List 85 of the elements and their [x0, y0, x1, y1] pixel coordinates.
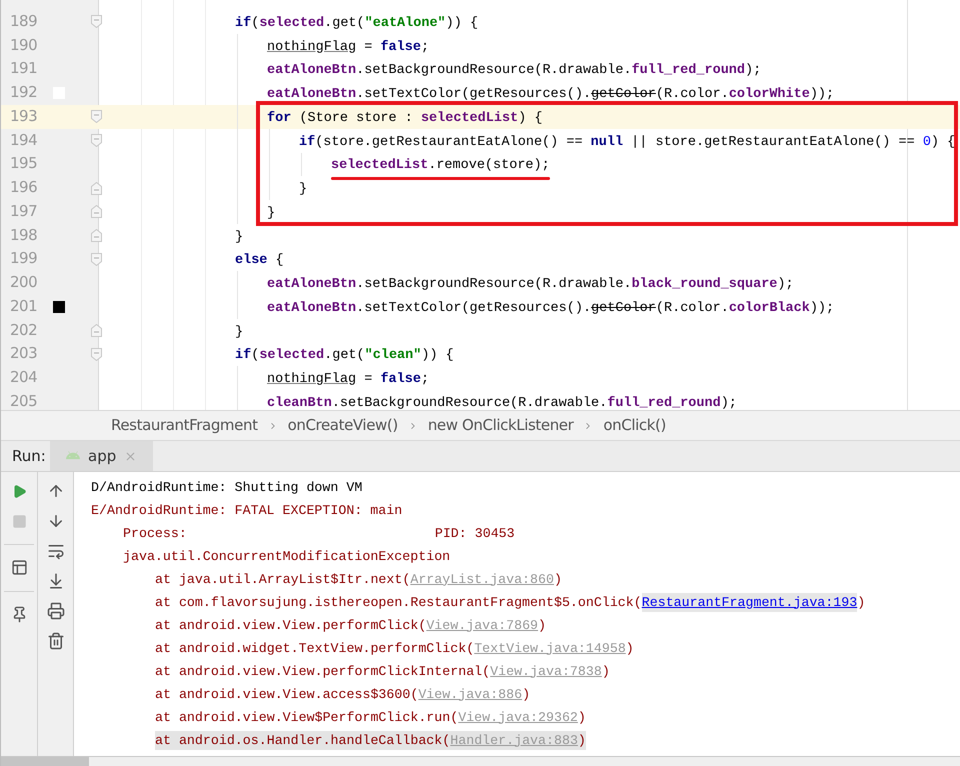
line-number: 199	[10, 249, 38, 268]
breadcrumb-item[interactable]: onCreateView()	[288, 414, 398, 437]
code-line: }	[235, 230, 244, 244]
line-number: 191	[10, 59, 38, 78]
file-link[interactable]: View.java:7869	[426, 616, 538, 636]
code-line: for (Store store : selectedList) {	[267, 110, 542, 126]
file-link[interactable]: RestaurantFragment.java:193	[642, 592, 858, 612]
console-text: at android.view.View.performClick(	[155, 616, 426, 635]
run-label: Run:	[12, 446, 46, 467]
line-number: 189	[10, 12, 38, 30]
close-icon[interactable]	[124, 450, 138, 462]
line-number: 195	[10, 154, 38, 172]
code-line: if(store.getRestaurantEatAlone() == null || store.getRestaurantEatAlone() == 0) {	[299, 134, 956, 150]
trash-icon[interactable]	[46, 632, 64, 650]
breadcrumb-item[interactable]: onClick()	[603, 414, 666, 437]
console-text: )	[857, 594, 866, 612]
code-line: cleanBtn.setBackgroundResource(R.drawable.full_red_round);	[267, 396, 737, 410]
line-number: 200	[10, 273, 38, 292]
horizontal-scrollbar[interactable]	[1, 757, 89, 766]
code-line: }	[235, 324, 244, 340]
line-number: 190	[10, 36, 38, 54]
breadcrumb-item[interactable]: new OnClickListener	[428, 414, 574, 437]
layout-icon[interactable]	[10, 559, 28, 576]
console-text: at android.os.Handler.handleCallback(	[155, 732, 450, 750]
console-text: )	[578, 708, 586, 727]
breadcrumb-item[interactable]: RestaurantFragment	[111, 414, 258, 437]
line-number: 197	[10, 202, 38, 220]
fold-marker-icon[interactable]	[91, 134, 102, 148]
line-number: 202	[10, 320, 38, 339]
file-link[interactable]: ArrayList.java:860	[410, 570, 554, 590]
code-line: selectedList.remove(store);	[331, 158, 550, 174]
code-line: nothingFlag = false;	[267, 372, 430, 387]
line-number: 194	[10, 130, 38, 149]
console-text: Process:	[123, 524, 187, 543]
line-number: 201	[10, 296, 38, 315]
code-line: if(selected.get("clean")) {	[235, 348, 454, 364]
console-text: )	[538, 616, 546, 635]
console-text: )	[626, 640, 634, 658]
console-text: D/AndroidRuntime: Shutting down VM	[91, 478, 362, 497]
code-line: eatAloneBtn.setTextColor(getResources().getColor(R.color.colorWhite));	[267, 87, 834, 102]
fold-marker-icon[interactable]	[91, 252, 102, 266]
file-link[interactable]: Handler.java:883	[450, 730, 578, 750]
console-text: at android.view.View$PerformClick.run(	[155, 708, 458, 727]
line-number: 204	[10, 368, 38, 386]
line-number: 193	[10, 106, 38, 125]
code-line: }	[267, 206, 276, 221]
soft-wrap-icon[interactable]	[46, 542, 64, 560]
console-text: )	[578, 732, 586, 750]
console-text: at java.util.ArrayList$Itr.next(	[155, 570, 410, 589]
console-text: )	[554, 570, 562, 589]
code-line: nothingFlag = false;	[267, 40, 430, 54]
file-link[interactable]: View.java:886	[418, 684, 522, 704]
code-line: eatAloneBtn.setTextColor(getResources().getColor(R.color.colorBlack));	[267, 300, 834, 316]
code-line: if(selected.get("eatAlone")) {	[235, 16, 478, 31]
code-line: eatAloneBtn.setBackgroundResource(R.drawable.full_red_round);	[267, 63, 762, 78]
line-number: 198	[10, 226, 38, 244]
fold-marker-icon[interactable]	[91, 229, 102, 242]
line-number: 205	[10, 392, 38, 410]
line-number: 192	[10, 83, 38, 102]
fold-marker-icon[interactable]	[91, 324, 102, 338]
console-text: )	[602, 662, 610, 681]
console-text: at android.view.View.performClickInternal(	[155, 662, 490, 681]
fold-marker-icon[interactable]	[91, 205, 102, 218]
console-text: at android.widget.TextView.performClick(	[155, 640, 474, 658]
console-text: at com.flavorsujung.isthereopen.RestaurantFragment$5.onClick(	[155, 594, 642, 612]
run-tab[interactable]: app	[50, 441, 154, 471]
console-text: java.util.ConcurrentModificationException	[123, 548, 450, 566]
console-text: at android.view.View.access$3600(	[155, 686, 418, 704]
line-number: 196	[10, 178, 38, 196]
code-line: eatAloneBtn.setBackgroundResource(R.drawable.black_round_square);	[267, 277, 794, 292]
console-text: E/AndroidRuntime: FATAL EXCEPTION: main	[91, 502, 402, 520]
file-link[interactable]: View.java:29362	[458, 708, 578, 728]
console-text: )	[522, 686, 530, 704]
color-swatch[interactable]	[53, 300, 65, 313]
line-number: 203	[10, 344, 38, 362]
run-icon[interactable]	[12, 484, 26, 499]
fold-marker-icon[interactable]	[91, 110, 102, 124]
fold-marker-icon[interactable]	[91, 15, 102, 28]
code-line: }	[299, 182, 308, 197]
code-line: else {	[235, 253, 284, 268]
file-link[interactable]: TextView.java:14958	[474, 638, 626, 658]
file-link[interactable]: View.java:7838	[490, 662, 602, 682]
print-icon[interactable]	[46, 602, 64, 620]
console-text: PID: 30453	[434, 524, 515, 543]
fold-marker-icon[interactable]	[91, 348, 102, 361]
